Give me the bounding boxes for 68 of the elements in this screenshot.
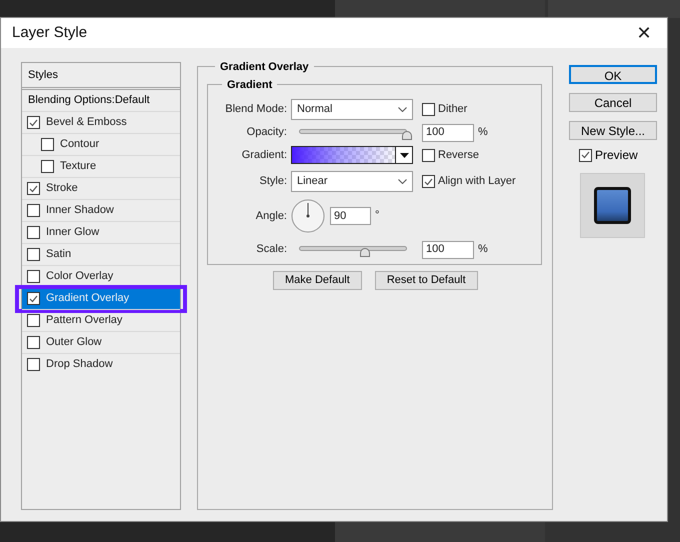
checkbox[interactable] bbox=[27, 248, 40, 261]
checkbox[interactable] bbox=[27, 292, 40, 305]
unit-label: % bbox=[478, 242, 488, 256]
checkbox[interactable] bbox=[422, 103, 435, 116]
style-list-item[interactable]: Inner Shadow bbox=[22, 199, 180, 221]
checkbox[interactable] bbox=[27, 336, 40, 349]
dialog-button[interactable]: New Style... bbox=[569, 121, 657, 140]
style-list-item[interactable]: Bevel & Emboss bbox=[22, 111, 180, 133]
unit-label: % bbox=[478, 124, 488, 140]
slider-thumb[interactable] bbox=[402, 130, 412, 140]
checkbox[interactable] bbox=[422, 175, 435, 188]
triangle-down-icon bbox=[400, 152, 408, 158]
checkbox[interactable] bbox=[422, 148, 435, 162]
gradient-picker[interactable] bbox=[291, 146, 413, 164]
checkbox[interactable] bbox=[27, 314, 40, 327]
panel-button[interactable]: Make Default bbox=[273, 271, 362, 290]
window-title: Layer Style bbox=[12, 22, 88, 43]
preview-square bbox=[594, 187, 631, 224]
checkbox[interactable] bbox=[27, 204, 40, 217]
checkbox[interactable] bbox=[27, 226, 40, 239]
field-label: Blend Mode: bbox=[224, 102, 288, 118]
checkbox[interactable] bbox=[41, 138, 54, 151]
number-field[interactable]: 90 bbox=[330, 207, 371, 225]
blend-mode-dropdown[interactable]: Normal bbox=[291, 99, 413, 120]
style-list-item[interactable]: Inner Glow bbox=[22, 221, 180, 243]
check-icon bbox=[29, 294, 38, 302]
checkbox-label: Preview bbox=[595, 147, 638, 164]
style-dropdown[interactable]: Linear bbox=[291, 171, 413, 192]
field-label: Angle: bbox=[254, 208, 288, 224]
checkbox[interactable] bbox=[579, 148, 592, 162]
style-list-item[interactable]: Outer Glow bbox=[22, 331, 180, 353]
close-button[interactable]: ✕ bbox=[621, 18, 667, 48]
checkbox[interactable] bbox=[27, 358, 40, 371]
dialog-button[interactable]: Cancel bbox=[569, 93, 657, 112]
check-icon bbox=[424, 178, 433, 186]
dialog-button[interactable]: OK bbox=[569, 65, 657, 84]
checkbox[interactable] bbox=[27, 182, 40, 195]
checkbox[interactable] bbox=[27, 116, 40, 129]
style-list-item[interactable]: Gradient Overlay bbox=[22, 287, 180, 309]
checkbox-label: Reverse bbox=[438, 148, 479, 163]
style-list-item[interactable]: Drop Shadow bbox=[22, 353, 180, 375]
panel-title: Gradient Overlay bbox=[215, 59, 314, 76]
style-list-item[interactable]: Pattern Overlay bbox=[22, 309, 180, 331]
panel-button[interactable]: Reset to Default bbox=[374, 271, 478, 290]
check-icon bbox=[29, 118, 38, 126]
checkbox-label: Dither bbox=[438, 102, 468, 118]
field-label: Opacity: bbox=[246, 125, 288, 140]
check-icon bbox=[29, 184, 38, 192]
number-field[interactable]: 100 bbox=[422, 124, 474, 142]
blending-options-item[interactable]: Blending Options:Default bbox=[22, 89, 180, 111]
field-label: Gradient: bbox=[240, 148, 288, 163]
number-field[interactable]: 100 bbox=[422, 240, 474, 258]
field-label: Scale: bbox=[255, 242, 288, 258]
field-label: Style: bbox=[258, 174, 288, 190]
unit-label: ° bbox=[375, 208, 380, 223]
checkbox[interactable] bbox=[41, 160, 54, 173]
angle-dial[interactable] bbox=[291, 199, 325, 233]
style-list-item[interactable]: Stroke bbox=[22, 177, 180, 199]
list-header: Styles bbox=[22, 63, 180, 88]
style-list-item[interactable]: Satin bbox=[22, 243, 180, 265]
checkbox-label: Align with Layer bbox=[438, 174, 516, 190]
check-icon bbox=[581, 151, 590, 159]
style-list-item[interactable]: Color Overlay bbox=[22, 265, 180, 287]
checkbox[interactable] bbox=[27, 270, 40, 283]
style-list-item[interactable]: Texture bbox=[22, 155, 180, 177]
style-list-item[interactable]: Contour bbox=[22, 133, 180, 155]
chevron-down-icon bbox=[398, 107, 407, 112]
chevron-down-icon bbox=[398, 179, 407, 184]
